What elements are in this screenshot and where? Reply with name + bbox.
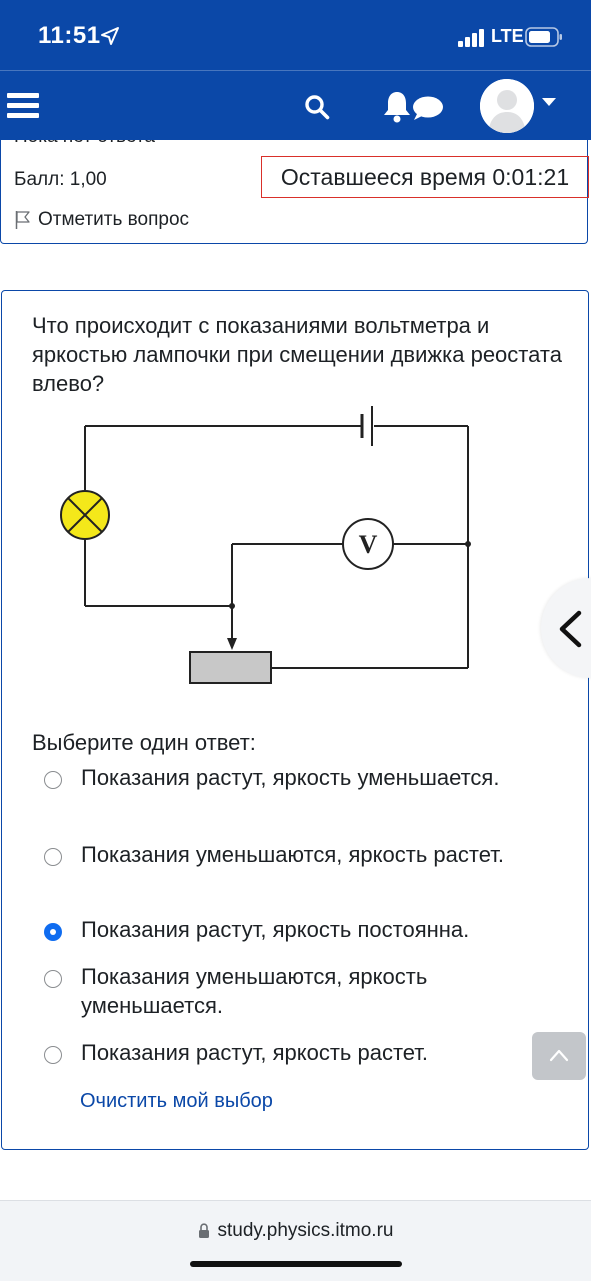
address-bar[interactable]: study.physics.itmo.ru — [0, 1218, 591, 1244]
answer-option-label[interactable]: Показания растут, яркость постоянна. — [81, 915, 551, 944]
battery-icon — [525, 27, 562, 47]
radio-button[interactable] — [44, 848, 62, 866]
navbar-divider — [0, 70, 591, 71]
circuit-diagram: V — [60, 406, 471, 684]
avatar[interactable] — [480, 79, 534, 133]
answer-option-label[interactable]: Показания растут, яркость уменьшается. — [81, 763, 551, 792]
back-to-top-button[interactable] — [532, 1032, 586, 1080]
signal-icon — [458, 29, 484, 47]
answer-option-label[interactable]: Показания уменьшаются, яркость уменьшает… — [81, 962, 551, 1020]
menu-icon[interactable] — [7, 93, 39, 119]
lock-icon — [198, 1223, 209, 1238]
clear-choice-link[interactable]: Очистить мой выбор — [80, 1090, 273, 1113]
voltmeter-label: V — [359, 530, 378, 559]
home-indicator[interactable] — [190, 1261, 402, 1267]
junction-dot — [229, 603, 235, 609]
flag-question-link[interactable]: Отметить вопрос — [14, 208, 189, 232]
location-arrow-icon — [101, 27, 119, 45]
answer-option-label[interactable]: Показания растут, яркость растет. — [81, 1038, 551, 1067]
chevron-up-icon — [549, 1049, 569, 1062]
answer-option-label[interactable]: Показания уменьшаются, яркость растет. — [81, 840, 551, 869]
radio-button[interactable] — [44, 970, 62, 988]
junction-dot — [465, 541, 471, 547]
radio-button[interactable] — [44, 1046, 62, 1064]
radio-button-selected[interactable] — [44, 923, 62, 941]
answer-prompt: Выберите один ответ: — [32, 730, 256, 755]
url-text: study.physics.itmo.ru — [217, 1220, 394, 1241]
time-remaining: Оставшееся время 0:01:21 — [261, 156, 589, 198]
lamp-symbol — [60, 490, 110, 540]
question-grade: Балл: 1,00 — [14, 169, 107, 190]
radio-button[interactable] — [44, 771, 62, 789]
notifications-messages-icon[interactable] — [382, 90, 444, 124]
status-time: 11:51 — [38, 22, 101, 49]
bell-icon — [384, 92, 410, 115]
slider-arrow — [227, 638, 237, 650]
flag-icon — [15, 211, 30, 229]
flag-question-label: Отметить вопрос — [38, 209, 190, 230]
user-silhouette-icon — [480, 79, 534, 133]
chevron-left-icon — [559, 610, 582, 648]
search-icon[interactable] — [304, 94, 330, 120]
chevron-down-icon[interactable] — [542, 98, 556, 106]
voltmeter-symbol: V — [342, 518, 394, 570]
network-type: LTE — [491, 26, 524, 46]
rheostat-symbol — [189, 651, 272, 684]
question-text: Что происходит с показаниями вольтметра … — [32, 313, 562, 396]
